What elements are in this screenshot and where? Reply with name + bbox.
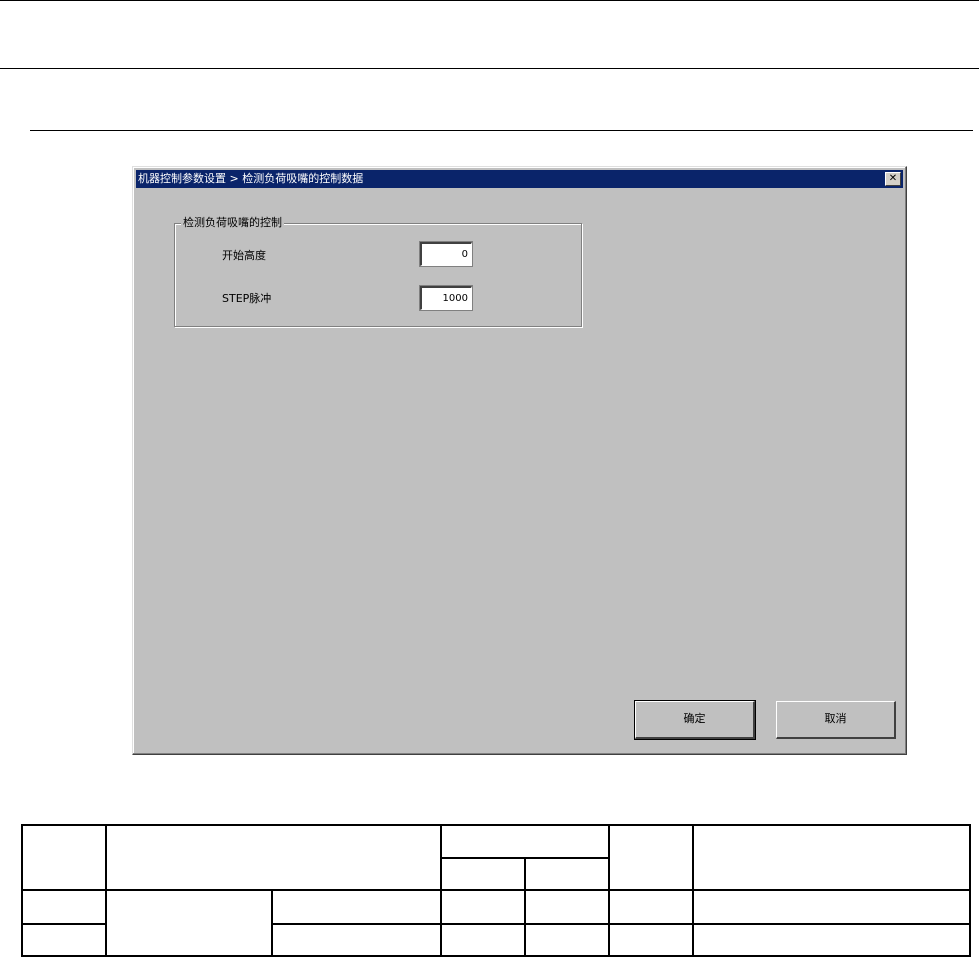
table-cell <box>524 857 610 891</box>
step-pulse-input[interactable] <box>419 285 473 311</box>
top-rule <box>0 0 979 1</box>
table-cell <box>271 889 442 925</box>
ok-button[interactable]: 确定 <box>634 700 756 740</box>
table-cell <box>692 889 971 925</box>
table-cell <box>524 923 610 957</box>
table-cell <box>608 923 694 957</box>
table-cell <box>271 923 442 957</box>
nozzle-control-group: 检测负荷吸嘴的控制 开始高度 STEP脉冲 <box>174 216 582 327</box>
table-cell <box>440 824 610 859</box>
dialog-title: 机器控制参数设置 > 检测负荷吸嘴的控制数据 <box>138 172 364 185</box>
step-pulse-label: STEP脉冲 <box>222 292 272 305</box>
table-cell <box>692 824 971 891</box>
table-cell <box>105 824 442 891</box>
start-height-label: 开始高度 <box>222 249 266 262</box>
table-cell <box>21 824 107 891</box>
table-cell <box>21 889 107 925</box>
document-page: 机器控制参数设置 > 检测负荷吸嘴的控制数据 ✕ 检测负荷吸嘴的控制 开始高度 … <box>0 0 979 960</box>
table-cell <box>608 889 694 925</box>
cancel-button[interactable]: 取消 <box>776 701 896 739</box>
table-cell <box>440 857 526 891</box>
table-row <box>21 824 971 891</box>
spec-table <box>21 824 971 957</box>
table-cell <box>608 824 694 891</box>
header-rule <box>0 68 979 69</box>
table-cell <box>692 923 971 957</box>
table-cell <box>440 923 526 957</box>
table-cell <box>524 889 610 925</box>
group-legend: 检测负荷吸嘴的控制 <box>181 216 284 230</box>
table-cell <box>21 923 107 957</box>
control-data-dialog: 机器控制参数设置 > 检测负荷吸嘴的控制数据 ✕ 检测负荷吸嘴的控制 开始高度 … <box>132 166 907 755</box>
start-height-input[interactable] <box>419 241 473 267</box>
section-rule <box>30 130 973 131</box>
dialog-titlebar: 机器控制参数设置 > 检测负荷吸嘴的控制数据 ✕ <box>136 170 903 188</box>
close-icon[interactable]: ✕ <box>885 172 901 186</box>
table-row <box>21 889 971 957</box>
table-cell <box>105 889 273 957</box>
table-cell <box>440 889 526 925</box>
